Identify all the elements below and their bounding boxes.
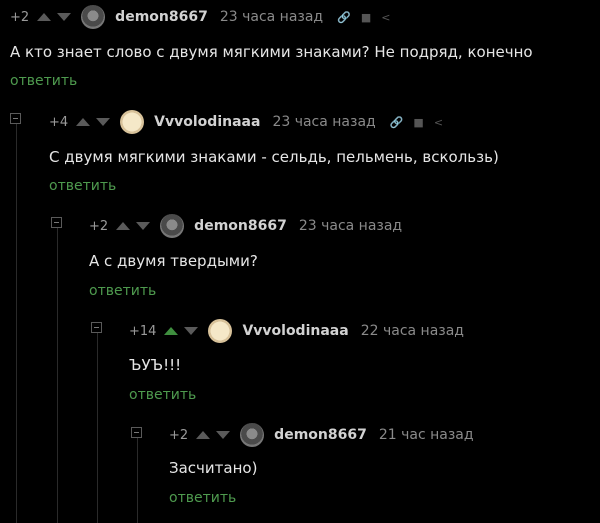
- timestamp[interactable]: 22 часа назад: [361, 323, 464, 339]
- collapse-icon[interactable]: [10, 113, 21, 124]
- comment-actions: 🔗 ■ <: [390, 116, 443, 129]
- author-name[interactable]: demon8667: [274, 427, 367, 443]
- comment-meta: +4 Vvvolodinaaa 23 часа назад 🔗 ■ <: [49, 109, 443, 135]
- thread-line: [16, 124, 17, 523]
- comment-meta: +2 demon8667 21 час назад: [169, 422, 488, 448]
- comment-text: ЪУЪ!!!: [129, 356, 182, 374]
- downvote-icon[interactable]: [136, 222, 151, 230]
- downvote-icon[interactable]: [96, 118, 111, 126]
- share-icon[interactable]: <: [434, 116, 443, 129]
- upvote-icon[interactable]: [196, 431, 211, 439]
- avatar[interactable]: [240, 423, 265, 447]
- share-icon[interactable]: <: [381, 11, 390, 24]
- avatar[interactable]: [120, 110, 145, 134]
- upvote-icon[interactable]: [37, 13, 52, 21]
- reply-link[interactable]: ответить: [169, 490, 236, 506]
- link-icon[interactable]: 🔗: [390, 116, 404, 129]
- downvote-icon[interactable]: [216, 431, 231, 439]
- save-icon[interactable]: ■: [413, 116, 423, 129]
- avatar[interactable]: [208, 319, 233, 343]
- collapse-icon[interactable]: [131, 427, 142, 438]
- thread-line: [137, 437, 138, 523]
- rating: +2: [89, 218, 109, 234]
- comment-text: А кто знает слово с двумя мягкими знакам…: [10, 43, 533, 61]
- thread-line: [57, 228, 58, 523]
- author-name[interactable]: Vvvolodinaaa: [154, 114, 260, 130]
- downvote-icon[interactable]: [184, 327, 199, 335]
- comment-text: Засчитано): [169, 459, 258, 477]
- comment-text: А с двумя твердыми?: [89, 252, 258, 270]
- collapse-icon[interactable]: [51, 217, 62, 228]
- author-name[interactable]: demon8667: [115, 9, 208, 25]
- reply-link[interactable]: ответить: [129, 387, 196, 403]
- rating: +2: [169, 427, 189, 443]
- downvote-icon[interactable]: [57, 13, 72, 21]
- comment-meta: +14 Vvvolodinaaa 22 часа назад: [129, 318, 478, 344]
- reply-link[interactable]: ответить: [89, 283, 156, 299]
- comment-meta: +2 demon8667 23 часа назад: [89, 213, 416, 239]
- comment-actions: 🔗 ■ <: [337, 11, 390, 24]
- collapse-icon[interactable]: [91, 322, 102, 333]
- timestamp[interactable]: 23 часа назад: [220, 9, 323, 25]
- author-name[interactable]: demon8667: [194, 218, 287, 234]
- save-icon[interactable]: ■: [361, 11, 371, 24]
- link-icon[interactable]: 🔗: [337, 11, 351, 24]
- thread-line: [97, 332, 98, 523]
- timestamp[interactable]: 23 часа назад: [299, 218, 402, 234]
- upvote-icon[interactable]: [164, 327, 179, 335]
- reply-link[interactable]: ответить: [49, 178, 116, 194]
- timestamp[interactable]: 23 часа назад: [272, 114, 375, 130]
- timestamp[interactable]: 21 час назад: [379, 427, 474, 443]
- avatar[interactable]: [160, 214, 185, 238]
- rating: +4: [49, 114, 69, 130]
- comment-meta: +2 demon8667 23 часа назад 🔗 ■ <: [10, 4, 390, 30]
- rating: +14: [129, 323, 157, 339]
- upvote-icon[interactable]: [116, 222, 131, 230]
- reply-link[interactable]: ответить: [10, 73, 77, 89]
- upvote-icon[interactable]: [76, 118, 91, 126]
- avatar[interactable]: [81, 5, 106, 29]
- author-name[interactable]: Vvvolodinaaa: [242, 323, 348, 339]
- rating: +2: [10, 9, 30, 25]
- comment-text: С двумя мягкими знаками - сельдь, пельме…: [49, 148, 499, 166]
